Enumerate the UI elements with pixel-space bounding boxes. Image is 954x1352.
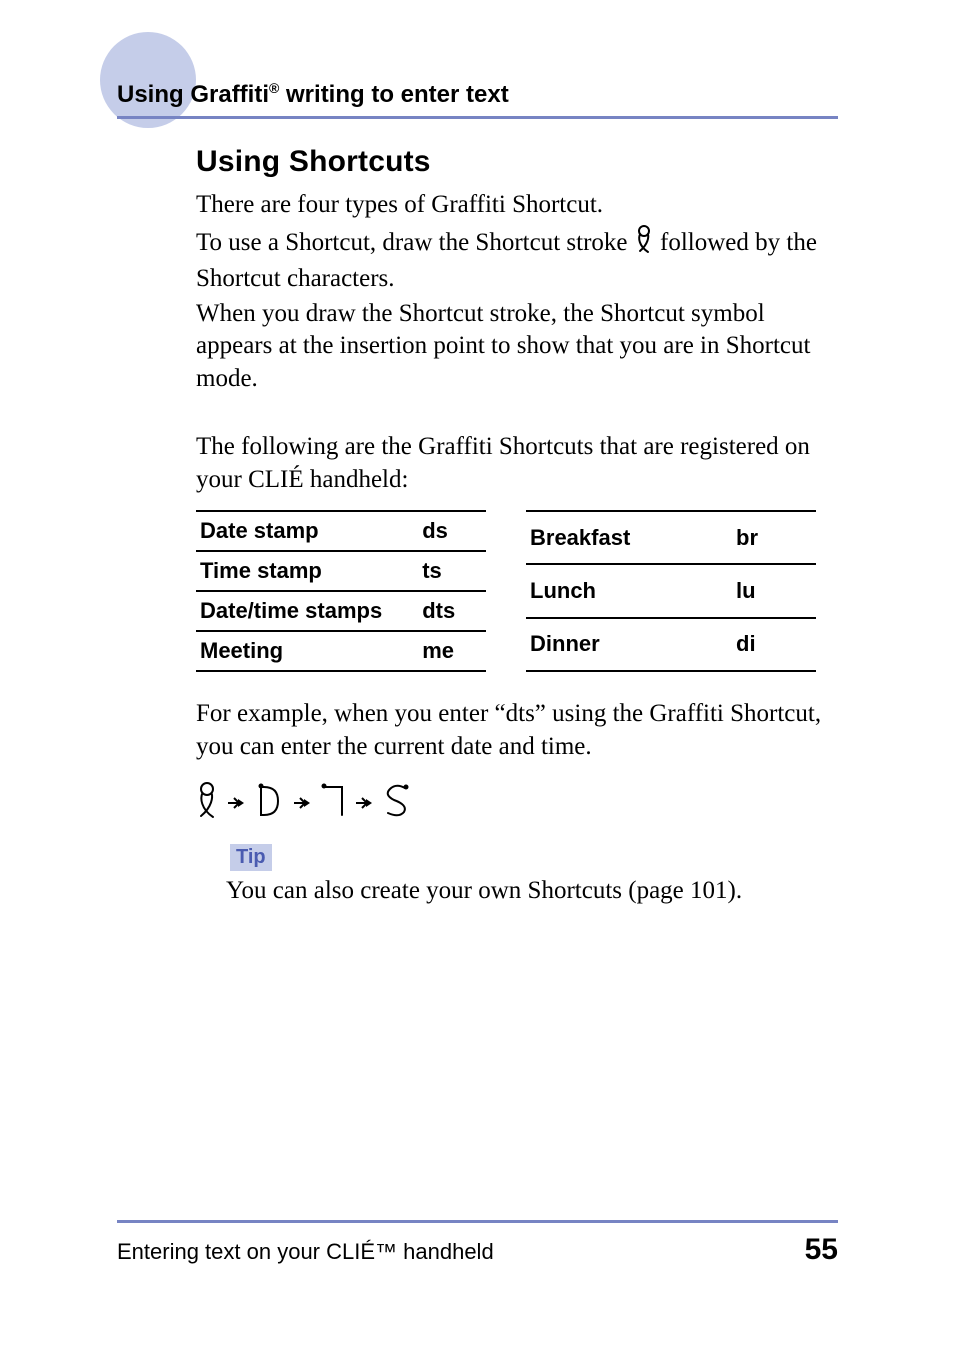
content-area: Using Shortcuts There are four types of … xyxy=(196,145,838,905)
shortcut-code: br xyxy=(726,511,816,564)
header-title-suffix: writing to enter text xyxy=(279,81,508,108)
shortcut-code: di xyxy=(726,618,816,671)
graffiti-t-icon xyxy=(320,781,346,824)
paragraph-3: When you draw the Shortcut stroke, the S… xyxy=(196,298,838,396)
paragraph-2: To use a Shortcut, draw the Shortcut str… xyxy=(196,224,838,296)
footer-rule xyxy=(117,1220,838,1223)
table-row: Date/time stamps dts xyxy=(196,591,486,631)
arrow-icon xyxy=(294,790,310,816)
page: Using Graffiti® writing to enter text Us… xyxy=(0,0,954,1352)
body-text-2: For example, when you enter “dts” using … xyxy=(196,698,838,763)
table-row: Lunch lu xyxy=(526,564,816,617)
shortcut-name: Time stamp xyxy=(196,551,412,591)
table-row: Dinner di xyxy=(526,618,816,671)
shortcut-stroke-icon xyxy=(634,224,654,264)
shortcuts-table-right: Breakfast br Lunch lu Dinner di xyxy=(526,510,816,672)
tip-block: Tip You can also create your own Shortcu… xyxy=(196,844,838,905)
section-heading: Using Shortcuts xyxy=(196,145,838,179)
shortcut-name: Breakfast xyxy=(526,511,726,564)
table-row: Time stamp ts xyxy=(196,551,486,591)
tip-label: Tip xyxy=(230,844,272,871)
registered-mark: ® xyxy=(269,80,279,96)
body-text: There are four types of Graffiti Shortcu… xyxy=(196,189,838,496)
footer-row: Entering text on your CLIÉ™ handheld 55 xyxy=(117,1233,838,1267)
shortcut-code: ds xyxy=(412,511,486,551)
shortcut-name: Date/time stamps xyxy=(196,591,412,631)
arrow-icon xyxy=(228,790,244,816)
graffiti-s-icon xyxy=(382,781,412,824)
shortcut-name: Date stamp xyxy=(196,511,412,551)
page-header: Using Graffiti® writing to enter text xyxy=(0,0,954,120)
shortcut-name: Lunch xyxy=(526,564,726,617)
stroke-sequence xyxy=(196,781,838,824)
shortcuts-tables: Date stamp ds Time stamp ts Date/time st… xyxy=(196,510,838,672)
graffiti-d-icon xyxy=(254,781,284,824)
paragraph-1: There are four types of Graffiti Shortcu… xyxy=(196,189,838,222)
paragraph-4: The following are the Graffiti Shortcuts… xyxy=(196,431,838,496)
arrow-icon xyxy=(356,790,372,816)
shortcuts-table-left: Date stamp ds Time stamp ts Date/time st… xyxy=(196,510,486,672)
header-title-prefix: Using Graffiti xyxy=(117,81,269,108)
shortcut-code: dts xyxy=(412,591,486,631)
table-row: Date stamp ds xyxy=(196,511,486,551)
shortcut-code: me xyxy=(412,631,486,671)
paragraph-2a: To use a Shortcut, draw the Shortcut str… xyxy=(196,229,634,256)
footer-chapter-title: Entering text on your CLIÉ™ handheld xyxy=(117,1239,494,1265)
header-rule xyxy=(117,116,838,119)
table-row: Meeting me xyxy=(196,631,486,671)
shortcut-code: ts xyxy=(412,551,486,591)
shortcut-name: Meeting xyxy=(196,631,412,671)
shortcut-name: Dinner xyxy=(526,618,726,671)
table-row: Breakfast br xyxy=(526,511,816,564)
page-number: 55 xyxy=(805,1233,838,1267)
page-footer: Entering text on your CLIÉ™ handheld 55 xyxy=(117,1220,838,1267)
shortcut-stroke-icon xyxy=(196,781,218,824)
tip-text: You can also create your own Shortcuts (… xyxy=(226,877,838,905)
running-header-title: Using Graffiti® writing to enter text xyxy=(117,80,509,109)
shortcut-code: lu xyxy=(726,564,816,617)
paragraph-5: For example, when you enter “dts” using … xyxy=(196,698,838,763)
